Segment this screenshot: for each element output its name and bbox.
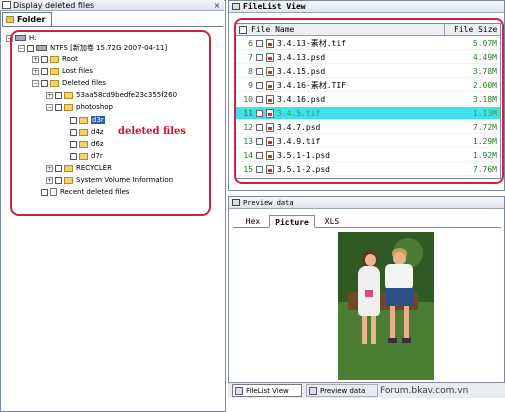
photo-boy-shoe bbox=[402, 338, 411, 343]
table-highlight-outline bbox=[234, 18, 504, 184]
tab-folder[interactable]: Folder bbox=[2, 12, 52, 26]
tab-picture[interactable]: Picture bbox=[269, 215, 315, 228]
tab-filelist-view[interactable]: FileList View bbox=[232, 384, 302, 397]
tab-folder-label: Folder bbox=[17, 15, 46, 24]
tree-highlight-outline bbox=[10, 30, 211, 216]
folder-icon bbox=[6, 16, 14, 23]
forum-watermark: Forum.bkav.com.vn bbox=[380, 386, 469, 396]
photo-boy-shirt bbox=[385, 264, 413, 290]
tab-xls[interactable]: XLS bbox=[319, 215, 345, 228]
window-icon bbox=[2, 1, 11, 9]
preview-picture bbox=[338, 232, 434, 380]
tab-label: Preview data bbox=[320, 387, 366, 395]
photo-boy-leg bbox=[404, 306, 409, 340]
filelist-title: FileList View bbox=[243, 2, 306, 11]
photo-girl-flowers bbox=[365, 290, 373, 297]
preview-icon bbox=[309, 387, 317, 395]
tab-label: FileList View bbox=[246, 387, 289, 395]
deleted-files-annotation: deleted files bbox=[118, 126, 187, 137]
tab-preview-data[interactable]: Preview data bbox=[306, 384, 378, 397]
close-icon[interactable]: × bbox=[212, 1, 222, 10]
photo-grass bbox=[338, 302, 434, 380]
photo-girl-face bbox=[365, 254, 376, 266]
preview-title: Preview data bbox=[243, 199, 294, 207]
photo-girl-leg bbox=[362, 316, 367, 344]
photo-boy-shoe bbox=[388, 338, 397, 343]
preview-icon bbox=[232, 199, 240, 206]
list-view-icon bbox=[232, 3, 240, 10]
preview-tab-strip: Hex Picture XLS bbox=[233, 214, 501, 228]
photo-boy-shorts bbox=[386, 288, 414, 306]
photo-girl-leg bbox=[371, 316, 376, 344]
tab-hex[interactable]: Hex bbox=[239, 215, 267, 228]
list-view-icon bbox=[235, 387, 243, 395]
photo-boy-leg bbox=[390, 306, 395, 340]
left-panel-title: Display deleted files bbox=[13, 1, 95, 10]
